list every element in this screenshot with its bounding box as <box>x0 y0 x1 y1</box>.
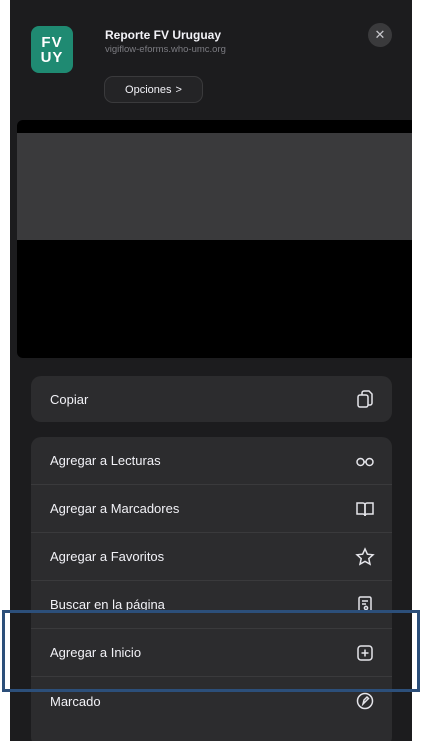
action-label: Buscar en la página <box>50 597 165 612</box>
action-group-main: Agregar a Lecturas Agregar a Marcadores … <box>31 437 392 741</box>
page-url: vigiflow-eforms.who-umc.org <box>105 44 226 55</box>
chevron-right-icon: > <box>175 83 182 96</box>
add-square-icon <box>354 642 376 664</box>
add-bookmark-action[interactable]: Agregar a Marcadores <box>31 485 392 533</box>
book-icon <box>354 498 376 520</box>
markup-action[interactable]: Marcado <box>31 677 392 725</box>
star-icon <box>354 546 376 568</box>
copy-label: Copiar <box>50 391 89 407</box>
page-title: Reporte FV Uruguay <box>105 28 222 42</box>
options-label: Opciones <box>125 83 172 96</box>
add-to-reading-list-action[interactable]: Agregar a Lecturas <box>31 437 392 485</box>
copy-icon <box>354 388 376 410</box>
close-button[interactable]: ✕ <box>368 23 392 47</box>
find-icon <box>354 594 376 616</box>
action-label: Agregar a Inicio <box>50 645 142 660</box>
action-label: Agregar a Favoritos <box>50 549 165 564</box>
app-icon-line1: FV <box>41 33 63 51</box>
app-icon: FV UY <box>31 26 73 73</box>
add-to-favorites-action[interactable]: Agregar a Favoritos <box>31 533 392 581</box>
copy-action[interactable]: Copiar <box>31 376 392 422</box>
options-button[interactable]: Opciones > <box>104 76 203 103</box>
app-icon-line2: UY <box>40 48 64 66</box>
preview-banner <box>17 133 412 240</box>
share-sheet: FV UY Reporte FV Uruguay vigiflow-eforms… <box>10 0 412 741</box>
find-on-page-action[interactable]: Buscar en la página <box>31 581 392 629</box>
glasses-icon <box>354 450 376 472</box>
add-to-home-action[interactable]: Agregar a Inicio <box>31 629 392 677</box>
markup-icon <box>354 690 376 712</box>
action-label: Agregar a Marcadores <box>50 501 180 516</box>
page-preview <box>17 120 412 358</box>
action-group-copy: Copiar <box>31 376 392 422</box>
action-label: Agregar a Lecturas <box>50 453 161 468</box>
action-label: Marcado <box>50 693 101 709</box>
close-icon: ✕ <box>374 27 386 42</box>
